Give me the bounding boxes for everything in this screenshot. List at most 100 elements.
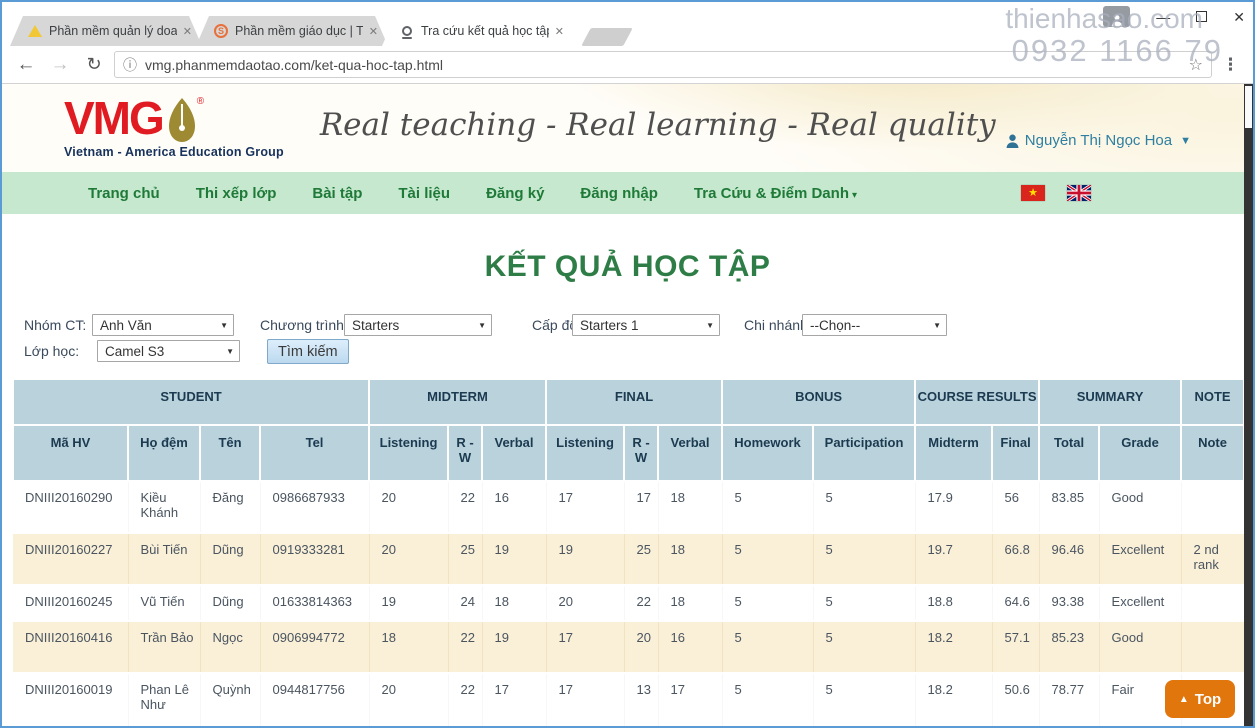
vmg-logo[interactable]: VMG ® Vietnam - America Education Group — [64, 98, 284, 159]
new-tab-button[interactable] — [581, 28, 633, 46]
cap-do-select[interactable]: Starters 1▼ — [572, 314, 720, 336]
uk-flag-icon[interactable] — [1067, 185, 1091, 201]
tab-0[interactable]: Phần mềm quản lý doanh ✕ — [10, 16, 202, 46]
column-group-header: MIDTERM — [369, 379, 546, 425]
table-cell — [1181, 585, 1244, 621]
chrome-menu-icon[interactable]: ⋮ — [1218, 55, 1243, 75]
table-cell: 25 — [448, 533, 482, 585]
browser-toolbar: ← → ↻ ⓘ vmg.phanmemdaotao.com/ket-qua-ho… — [2, 46, 1253, 84]
nav-item-4[interactable]: Đăng ký — [486, 185, 544, 202]
column-header: Note — [1181, 425, 1244, 481]
page-content: VMG ® Vietnam - America Education Group … — [2, 84, 1253, 726]
address-bar[interactable]: ⓘ vmg.phanmemdaotao.com/ket-qua-hoc-tap.… — [114, 51, 1212, 78]
top-button-label: Top — [1195, 691, 1221, 708]
table-cell: 5 — [722, 533, 813, 585]
table-cell: Vũ Tiến — [128, 585, 200, 621]
maximize-button[interactable] — [1196, 11, 1207, 22]
scroll-top-button[interactable]: ▲ Top — [1165, 680, 1235, 718]
table-cell: 2 nd rank — [1181, 533, 1244, 585]
refresh-icon[interactable]: ↻ — [80, 54, 108, 75]
table-cell: 16 — [482, 481, 546, 533]
bookmark-star-icon[interactable]: ☆ — [1189, 55, 1203, 75]
nav-item-6[interactable]: Tra Cứu & Điểm Danh▾ — [694, 185, 857, 202]
table-cell: 19 — [482, 533, 546, 585]
back-icon[interactable]: ← — [12, 54, 40, 76]
nhom-ct-label: Nhóm CT: — [24, 314, 86, 336]
table-cell: 93.38 — [1039, 585, 1099, 621]
filter-form: Nhóm CT: Anh Văn▼ Chương trình: Starters… — [12, 314, 1253, 370]
tab-title: Tra cứu kết quả học tập — [421, 24, 549, 38]
table-cell: DNIII20160019 — [13, 673, 128, 726]
nhom-ct-select[interactable]: Anh Văn▼ — [92, 314, 234, 336]
chuong-trinh-value: Starters — [352, 318, 399, 333]
table-cell: 24 — [448, 585, 482, 621]
minimize-button[interactable]: — — [1156, 10, 1170, 24]
chevron-down-icon: ▾ — [852, 190, 857, 201]
tab-2[interactable]: Tra cứu kết quả học tập ✕ — [382, 16, 574, 46]
table-cell: Dũng — [200, 533, 260, 585]
table-cell: 18 — [482, 585, 546, 621]
chuong-trinh-label: Chương trình: — [260, 314, 348, 336]
lop-hoc-label: Lớp học: — [24, 340, 79, 362]
column-header: Participation — [813, 425, 915, 481]
table-cell: Phan Lê Như — [128, 673, 200, 726]
tab-close-icon[interactable]: ✕ — [183, 25, 192, 38]
table-cell: 20 — [369, 533, 448, 585]
column-header: Verbal — [482, 425, 546, 481]
nav-item-3[interactable]: Tài liệu — [398, 185, 450, 202]
results-table-head: STUDENTMIDTERMFINALBONUSCOURSE RESULTSSU… — [13, 379, 1244, 481]
table-row: DNIII20160227Bùi TiếnDũng091933328120251… — [13, 533, 1244, 585]
table-cell: 22 — [448, 621, 482, 673]
table-cell: 17 — [546, 621, 624, 673]
table-cell: 78.77 — [1039, 673, 1099, 726]
select-arrow-icon: ▼ — [226, 347, 234, 356]
table-cell: 5 — [722, 585, 813, 621]
user-menu[interactable]: Nguyễn Thị Ngọc Hoa ▼ — [1006, 132, 1191, 149]
table-cell: DNIII20160290 — [13, 481, 128, 533]
column-group-header: FINAL — [546, 379, 722, 425]
page-info-icon[interactable]: ⓘ — [123, 55, 137, 75]
forward-icon[interactable]: → — [46, 54, 74, 76]
table-cell: 57.1 — [992, 621, 1039, 673]
nav-item-2[interactable]: Bài tập — [312, 185, 362, 202]
webcam-lens — [402, 26, 412, 36]
search-button[interactable]: Tìm kiếm — [267, 339, 349, 364]
header-sub-row: Mã HVHọ đệmTênTelListeningR - WVerbalLis… — [13, 425, 1244, 481]
lop-hoc-value: Camel S3 — [105, 344, 164, 359]
select-arrow-icon: ▼ — [220, 321, 228, 330]
scrollbar-thumb[interactable] — [1245, 86, 1252, 128]
tab-close-icon[interactable]: ✕ — [369, 25, 378, 38]
tab-title: Phần mềm quản lý doanh — [49, 24, 177, 38]
table-cell — [1181, 621, 1244, 673]
nav-item-5[interactable]: Đăng nhập — [580, 185, 658, 202]
table-cell: 66.8 — [992, 533, 1039, 585]
column-header: Listening — [546, 425, 624, 481]
results-table: STUDENTMIDTERMFINALBONUSCOURSE RESULTSSU… — [12, 378, 1245, 726]
column-group-header: SUMMARY — [1039, 379, 1181, 425]
table-cell: Ngọc — [200, 621, 260, 673]
table-cell: 64.6 — [992, 585, 1039, 621]
nav-item-0[interactable]: Trang chủ — [88, 185, 160, 202]
user-name: Nguyễn Thị Ngọc Hoa — [1025, 132, 1172, 149]
profile-avatar-icon[interactable] — [1103, 6, 1130, 27]
page-scrollbar[interactable] — [1244, 84, 1253, 728]
cap-do-value: Starters 1 — [580, 318, 639, 333]
lop-hoc-select[interactable]: Camel S3 ▼ — [97, 340, 240, 362]
header-group-row: STUDENTMIDTERMFINALBONUSCOURSE RESULTSSU… — [13, 379, 1244, 425]
table-row: DNIII20160290Kiều KhánhĐăng0986687933202… — [13, 481, 1244, 533]
url-text[interactable]: vmg.phanmemdaotao.com/ket-qua-hoc-tap.ht… — [145, 57, 1181, 73]
close-button[interactable]: ✕ — [1233, 10, 1245, 24]
table-cell: Dũng — [200, 585, 260, 621]
tab-1[interactable]: SPhần mềm giáo dục | Tiế✕ — [196, 16, 388, 46]
table-cell: Excellent — [1099, 585, 1181, 621]
column-header: Total — [1039, 425, 1099, 481]
table-cell: 17.9 — [915, 481, 992, 533]
tab-close-icon[interactable]: ✕ — [555, 25, 564, 38]
nav-item-1[interactable]: Thi xếp lớp — [196, 185, 277, 202]
table-cell: Quỳnh — [200, 673, 260, 726]
slogan: Real teaching - Real learning - Real qua… — [320, 107, 996, 143]
vietnam-flag-icon[interactable]: ★ — [1021, 185, 1045, 201]
chuong-trinh-select[interactable]: Starters▼ — [344, 314, 492, 336]
chi-nhanh-select[interactable]: --Chọn--▼ — [802, 314, 947, 336]
table-cell: 16 — [658, 621, 722, 673]
